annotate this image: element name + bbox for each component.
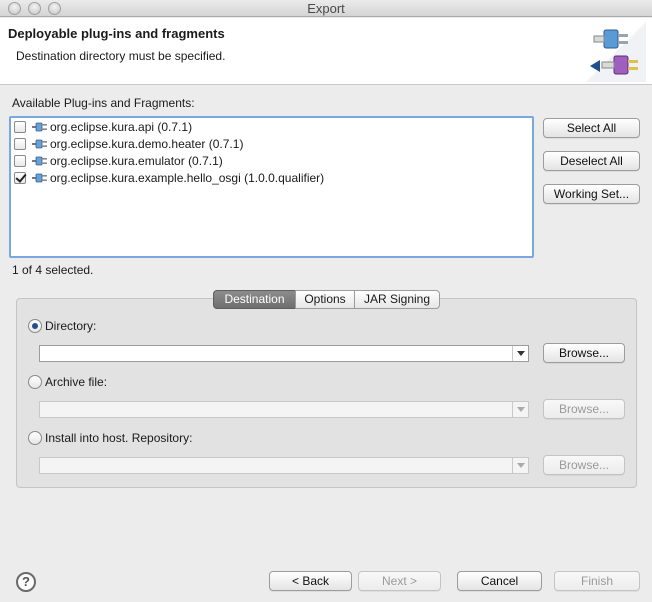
- plugin-icon: [32, 139, 47, 149]
- archive-file-label: Archive file:: [45, 375, 108, 389]
- plugin-checkbox[interactable]: [14, 155, 26, 167]
- chevron-down-icon: [512, 458, 528, 473]
- directory-radio[interactable]: [28, 319, 42, 333]
- plugin-icon: [32, 122, 47, 132]
- install-repository-combo: [39, 457, 529, 474]
- working-set-button[interactable]: Working Set...: [543, 184, 640, 204]
- install-repository-label: Install into host. Repository:: [45, 431, 193, 445]
- plugin-name: org.eclipse.kura.example.hello_osgi (1.0…: [50, 171, 325, 185]
- chevron-down-icon[interactable]: [512, 346, 528, 361]
- cancel-button[interactable]: Cancel: [457, 571, 542, 591]
- list-item[interactable]: org.eclipse.kura.api (0.7.1): [14, 119, 192, 135]
- archive-file-combo: [39, 401, 529, 418]
- plugin-name: org.eclipse.kura.api (0.7.1): [50, 120, 193, 134]
- plugin-name: org.eclipse.kura.emulator (0.7.1): [50, 154, 223, 168]
- plugin-name: org.eclipse.kura.demo.heater (0.7.1): [50, 137, 244, 151]
- deselect-all-button[interactable]: Deselect All: [543, 151, 640, 171]
- plugin-checkbox[interactable]: [14, 138, 26, 150]
- next-button: Next >: [358, 571, 441, 591]
- archive-browse-button: Browse...: [543, 399, 625, 419]
- plugin-icon: [32, 156, 47, 166]
- list-item[interactable]: org.eclipse.kura.emulator (0.7.1): [14, 153, 223, 169]
- tab-jar-signing[interactable]: JAR Signing: [354, 290, 440, 309]
- archive-file-radio[interactable]: [28, 375, 42, 389]
- directory-label: Directory:: [45, 319, 97, 333]
- plugin-checkbox[interactable]: [14, 172, 26, 184]
- tab-bar: Destination Options JAR Signing: [213, 290, 440, 309]
- install-repository-radio[interactable]: [28, 431, 42, 445]
- tab-destination[interactable]: Destination: [213, 290, 296, 309]
- tab-options[interactable]: Options: [295, 290, 355, 309]
- finish-button: Finish: [554, 571, 640, 591]
- window-title: Export: [307, 1, 345, 16]
- plugins-list-label: Available Plug-ins and Fragments:: [12, 96, 195, 110]
- install-browse-button: Browse...: [543, 455, 625, 475]
- plugin-export-banner-icon: [586, 22, 646, 82]
- plugins-list[interactable]: org.eclipse.kura.api (0.7.1) org.eclipse.…: [9, 116, 534, 258]
- list-item[interactable]: org.eclipse.kura.example.hello_osgi (1.0…: [14, 170, 324, 186]
- title-bar: Export: [0, 0, 652, 17]
- plugin-checkbox[interactable]: [14, 121, 26, 133]
- select-all-button[interactable]: Select All: [543, 118, 640, 138]
- error-message: Destination directory must be specified.: [16, 49, 226, 63]
- directory-browse-button[interactable]: Browse...: [543, 343, 625, 363]
- list-item[interactable]: org.eclipse.kura.demo.heater (0.7.1): [14, 136, 243, 152]
- page-title: Deployable plug-ins and fragments: [8, 26, 225, 41]
- directory-combo[interactable]: [39, 345, 529, 362]
- help-icon[interactable]: ?: [16, 572, 36, 592]
- selection-status: 1 of 4 selected.: [12, 263, 94, 277]
- wizard-header: Deployable plug-ins and fragments Destin…: [0, 18, 652, 85]
- back-button[interactable]: < Back: [269, 571, 352, 591]
- chevron-down-icon: [512, 402, 528, 417]
- plugin-icon: [32, 173, 47, 183]
